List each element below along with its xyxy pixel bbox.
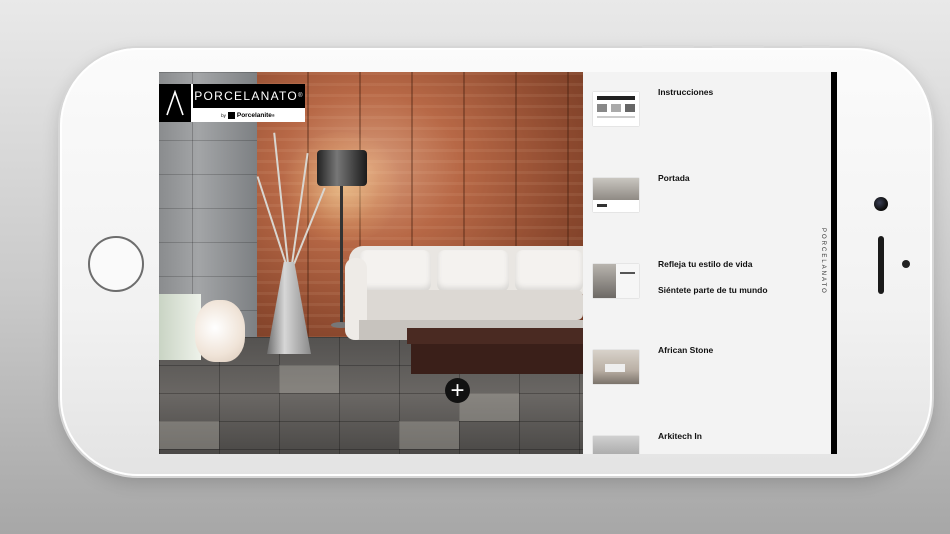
volume-down-button — [712, 45, 764, 48]
hero-photo: PORCELANATO ® by Porcelanite ® + — [159, 72, 583, 454]
side-menu-tab[interactable] — [831, 72, 837, 454]
volume-up-button — [642, 45, 694, 48]
porcelanite-mark-icon — [227, 111, 235, 119]
catalog-item-refleja[interactable]: Refleja tu estilo de vida Siéntete parte… — [583, 258, 831, 342]
catalog-item-title: Arkitech In — [658, 431, 702, 441]
floor-lamp-shade — [317, 150, 367, 186]
home-button[interactable] — [88, 236, 144, 292]
catalog-item-title: Refleja tu estilo de vida — [658, 259, 753, 269]
add-plus-button[interactable]: + — [445, 378, 470, 403]
side-tab-label: PORCELANATO — [820, 228, 826, 295]
catalog-item-title: African Stone — [658, 345, 714, 355]
catalog-panel: Instrucciones Portada Refleja tu estilo … — [583, 72, 831, 454]
logo-sub-brand-text: Porcelanite — [236, 111, 272, 119]
catalog-item-title: Portada — [658, 173, 690, 183]
logo-registered-mark: ® — [298, 93, 304, 99]
floor-lamp-pole — [340, 186, 343, 326]
catalog-item-african-stone[interactable]: African Stone — [583, 344, 831, 428]
logo-sub-registered-mark: ® — [271, 112, 275, 118]
catalog-item-arkitech-in[interactable]: Arkitech In — [583, 430, 831, 454]
white-vase — [195, 300, 245, 362]
catalog-item-portada[interactable]: Portada — [583, 172, 831, 256]
front-camera — [874, 197, 888, 211]
sofa-cushion — [515, 250, 583, 292]
app-screen: PORCELANATO ® by Porcelanite ® + Instrucci… — [159, 72, 837, 454]
logo-by-text: by — [221, 112, 226, 118]
earpiece-speaker — [878, 236, 884, 294]
catalog-thumbnail — [593, 92, 639, 126]
sofa-seat — [347, 290, 583, 320]
coffee-table-body — [411, 344, 583, 374]
logo-a-icon — [159, 84, 191, 122]
mute-switch — [802, 45, 830, 48]
catalog-thumbnail — [593, 178, 639, 212]
brand-logo: PORCELANATO ® by Porcelanite ® — [159, 84, 305, 122]
sofa-cushion — [437, 250, 509, 292]
coffee-table-top — [407, 328, 583, 344]
logo-brand-text: PORCELANATO — [194, 89, 299, 103]
catalog-item-title: Instrucciones — [658, 87, 714, 97]
sofa-cushion — [359, 250, 431, 292]
catalog-thumbnail — [593, 436, 639, 454]
catalog-item-instrucciones[interactable]: Instrucciones — [583, 86, 831, 170]
catalog-thumbnail — [593, 350, 639, 384]
catalog-item-subtitle: Siéntete parte de tu mundo — [658, 285, 768, 295]
catalog-thumbnail — [593, 264, 639, 298]
proximity-sensor — [902, 260, 910, 268]
